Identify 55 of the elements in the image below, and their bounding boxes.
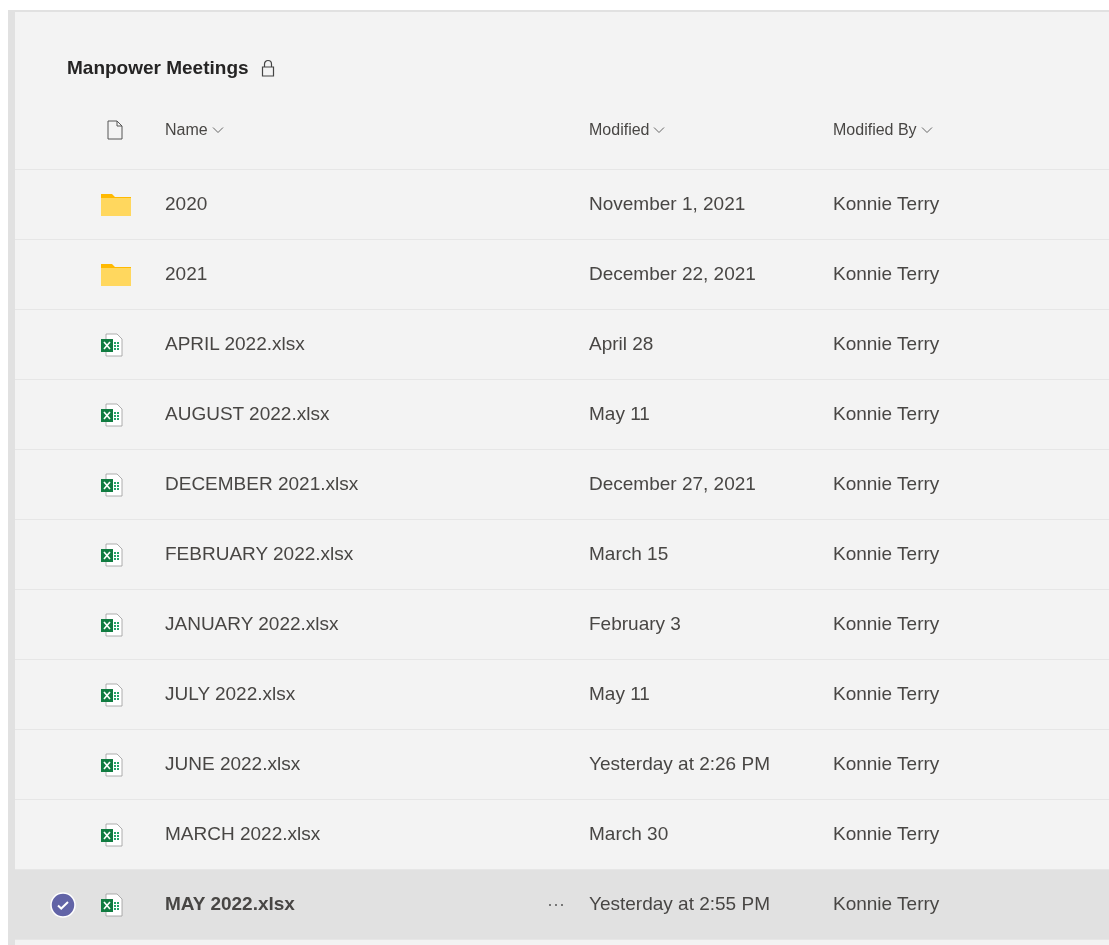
- modified-date: February 3: [589, 612, 682, 637]
- modified-by: Konnie Terry: [833, 192, 941, 217]
- modified-by: Konnie Terry: [833, 612, 941, 637]
- modified-by: Konnie Terry: [833, 752, 941, 777]
- spreadsheet-icon: [101, 402, 123, 427]
- file-row[interactable]: MAY 2022.xlsx ··· Yesterday at 2:55 PM Konnie Terry: [15, 870, 1109, 940]
- column-header[interactable]: Modified: [589, 117, 666, 142]
- selected-check-icon[interactable]: [50, 891, 76, 918]
- spreadsheet-icon: [101, 682, 123, 707]
- spreadsheet-icon: [101, 472, 123, 497]
- spreadsheet-icon: [101, 612, 123, 637]
- file-name[interactable]: JUNE 2022.xlsx: [165, 750, 301, 779]
- folder-icon: [101, 263, 131, 286]
- modified-date: May 11: [589, 402, 651, 427]
- modified-date: December 22, 2021: [589, 262, 757, 287]
- file-icon: [107, 119, 123, 140]
- modified-date: March 15: [589, 542, 670, 567]
- spreadsheet-icon: [101, 892, 123, 917]
- modified-date: Yesterday at 2:26 PM: [589, 752, 771, 777]
- column-header[interactable]: Modified By: [833, 117, 933, 142]
- modified-date: May 11: [589, 682, 651, 707]
- modified-date: November 1, 2021: [589, 192, 747, 217]
- chevron-down-icon: [653, 125, 666, 134]
- folder-icon: [101, 193, 131, 216]
- file-name[interactable]: JULY 2022.xlsx: [165, 680, 296, 709]
- library-title: Manpower Meetings: [67, 55, 249, 80]
- spreadsheet-icon: [101, 332, 123, 357]
- modified-by: Konnie Terry: [833, 332, 941, 357]
- spreadsheet-icon: [101, 822, 123, 847]
- modified-by: Konnie Terry: [833, 542, 941, 567]
- more-options-button[interactable]: ···: [547, 891, 565, 918]
- spreadsheet-icon: [101, 752, 123, 777]
- chevron-down-icon: [920, 125, 933, 134]
- modified-date: March 30: [589, 822, 670, 847]
- file-name[interactable]: MARCH 2022.xlsx: [165, 820, 321, 849]
- modified-date: December 27, 2021: [589, 472, 757, 497]
- file-name[interactable]: 2021: [165, 260, 208, 289]
- modified-date: Yesterday at 2:55 PM: [589, 892, 771, 917]
- modified-by: Konnie Terry: [833, 472, 941, 497]
- file-name[interactable]: AUGUST 2022.xlsx: [165, 400, 330, 429]
- file-name[interactable]: FEBRUARY 2022.xlsx: [165, 540, 354, 569]
- spreadsheet-icon: [101, 542, 123, 567]
- file-name[interactable]: 2020: [165, 190, 208, 219]
- modified-by: Konnie Terry: [833, 822, 941, 847]
- column-header[interactable]: Name: [165, 117, 224, 142]
- modified-by: Konnie Terry: [833, 892, 941, 917]
- chevron-down-icon: [211, 125, 224, 134]
- modified-by: Konnie Terry: [833, 682, 941, 707]
- file-name[interactable]: JANUARY 2022.xlsx: [165, 610, 339, 639]
- file-name[interactable]: DECEMBER 2021.xlsx: [165, 470, 359, 499]
- file-name[interactable]: APRIL 2022.xlsx: [165, 330, 305, 359]
- modified-by: Konnie Terry: [833, 262, 941, 287]
- modified-by: Konnie Terry: [833, 402, 941, 427]
- file-name[interactable]: MAY 2022.xlsx: [165, 890, 295, 919]
- modified-date: April 28: [589, 332, 655, 357]
